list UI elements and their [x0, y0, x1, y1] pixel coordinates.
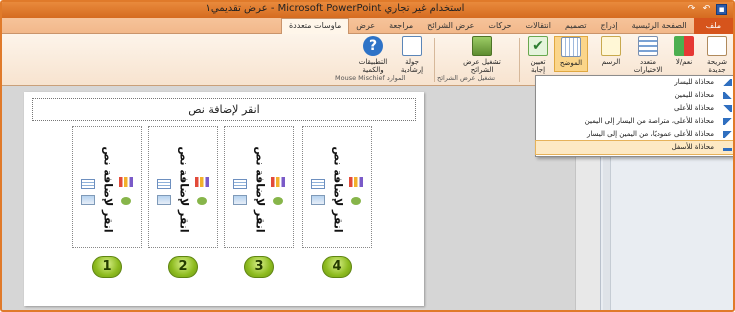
- layout-button[interactable]: الموضح: [554, 36, 588, 72]
- align-top-arrow-icon: [723, 105, 732, 112]
- ribbon-tab-bar: ملف الصفحة الرئيسية إدراج تصميم انتقالات…: [2, 18, 733, 34]
- save-icon[interactable]: ▪: [716, 4, 727, 15]
- align-top-ltr-icon: [723, 118, 732, 125]
- menu-item-label: محاذاة للأعلى عموديًا، من اليمين إلى الي…: [586, 130, 714, 138]
- menu-item-align-top-ltr[interactable]: محاذاة للأعلى، متراصة من اليسار إلى اليم…: [536, 115, 733, 128]
- vertical-placeholder-text: انقر لإضافة نص: [253, 145, 267, 233]
- answer-number-badge: 3: [244, 256, 274, 278]
- layout-icon: [561, 37, 581, 57]
- answer-number-badge: 4: [322, 256, 352, 278]
- content-placeholder-4[interactable]: انقر لإضافة نص: [302, 126, 372, 248]
- title-placeholder[interactable]: انقر لإضافة نص: [32, 98, 416, 121]
- ribbon-separator: [519, 38, 520, 82]
- tab-design[interactable]: تصميم: [558, 18, 594, 34]
- align-top-rtl-icon: [723, 131, 732, 138]
- apps-quantity-label: التطبيقات والكمية: [358, 58, 388, 74]
- content-placeholder-1[interactable]: انقر لإضافة نص: [72, 126, 142, 248]
- powerpoint-window: عرض تقديمي١ - Microsoft PowerPoint استخد…: [0, 0, 735, 312]
- ribbon-separator: [434, 38, 435, 82]
- window-title: عرض تقديمي١ - Microsoft PowerPoint استخد…: [205, 3, 465, 14]
- undo-icon[interactable]: ↶: [701, 4, 712, 15]
- assign-answer-label: تعيين إجابة: [530, 58, 546, 74]
- drawing-button[interactable]: الرسم: [596, 36, 626, 66]
- tab-animations[interactable]: حركات: [481, 18, 518, 34]
- pencil-icon: [601, 36, 621, 56]
- yes-no-icon: [674, 36, 694, 56]
- tab-insert[interactable]: إدراج: [594, 18, 625, 34]
- menu-item-align-top[interactable]: محاذاة للأعلى: [536, 102, 733, 115]
- tour-icon: [402, 36, 422, 56]
- assign-answer-button[interactable]: ✔ تعيين إجابة: [524, 36, 552, 74]
- group-label-slideshow: تشغيل عرض الشرائح: [437, 74, 496, 82]
- align-right-arrow-icon: [723, 92, 732, 99]
- new-slide-label: شريحة جديدة: [707, 58, 727, 74]
- run-slideshow-label: تشغيل عرض الشرائح: [463, 58, 501, 74]
- tab-file[interactable]: ملف: [693, 18, 733, 34]
- title-bar: عرض تقديمي١ - Microsoft PowerPoint استخد…: [2, 2, 733, 18]
- yes-no-label: نعم/لا: [675, 58, 693, 66]
- multiple-choice-label: متعدد الاختيارات: [633, 58, 663, 74]
- tab-multiple-mice[interactable]: ماوسات متعددة: [280, 18, 350, 34]
- menu-item-align-left[interactable]: محاذاة لليسار: [536, 76, 733, 89]
- answer-number-badge: 1: [92, 256, 122, 278]
- multiple-choice-button[interactable]: متعدد الاختيارات: [628, 36, 668, 74]
- menu-item-align-bottom[interactable]: محاذاة للأسفل: [535, 140, 733, 155]
- align-bottom-arrow-icon: [723, 144, 732, 151]
- tour-button[interactable]: جولة إرشادية: [394, 36, 430, 74]
- tab-slideshow[interactable]: عرض الشرائح: [420, 18, 481, 34]
- new-slide-icon: [707, 36, 727, 56]
- menu-item-label: محاذاة لليسار: [674, 78, 714, 86]
- content-placeholder-3[interactable]: انقر لإضافة نص: [224, 126, 294, 248]
- tab-home[interactable]: الصفحة الرئيسية: [625, 18, 694, 34]
- menu-item-label: محاذاة لليمين: [674, 91, 714, 99]
- apps-quantity-button[interactable]: ? التطبيقات والكمية: [354, 36, 392, 74]
- run-slideshow-button[interactable]: تشغيل عرض الشرائح: [454, 36, 510, 74]
- slideshow-icon: [472, 36, 492, 56]
- layout-dropdown-menu: محاذاة لليسار محاذاة لليمين محاذاة للأعل…: [535, 75, 733, 157]
- vertical-placeholder-text: انقر لإضافة نص: [101, 145, 115, 233]
- slide[interactable]: انقر لإضافة نص انقر لإضافة نص انقر لإضاف…: [24, 92, 424, 306]
- list-icon: [638, 36, 658, 56]
- tab-review[interactable]: مراجعة: [382, 18, 420, 34]
- yes-no-button[interactable]: نعم/لا: [670, 36, 698, 66]
- content-placeholder-2[interactable]: انقر لإضافة نص: [148, 126, 218, 248]
- vertical-placeholder-text: انقر لإضافة نص: [177, 145, 191, 233]
- drawing-label: الرسم: [601, 58, 621, 66]
- tab-transitions[interactable]: انتقالات: [519, 18, 558, 34]
- menu-item-label: محاذاة للأعلى، متراصة من اليسار إلى اليم…: [584, 117, 714, 125]
- checkmark-icon: ✔: [528, 36, 548, 56]
- align-left-arrow-icon: [723, 79, 732, 86]
- redo-icon[interactable]: ↷: [686, 4, 697, 15]
- menu-item-align-top-rtl[interactable]: محاذاة للأعلى عموديًا، من اليمين إلى الي…: [536, 128, 733, 141]
- menu-item-align-right[interactable]: محاذاة لليمين: [536, 89, 733, 102]
- menu-item-label: محاذاة للأعلى: [674, 104, 714, 112]
- help-icon: ?: [363, 36, 383, 56]
- answer-number-badge: 2: [168, 256, 198, 278]
- tab-view[interactable]: عرض: [349, 18, 382, 34]
- layout-label: الموضح: [559, 59, 583, 67]
- menu-item-label: محاذاة للأسفل: [671, 143, 714, 151]
- group-label-resources: Mouse Mischief الموارد: [335, 74, 406, 82]
- new-slide-button[interactable]: شريحة جديدة: [702, 36, 732, 74]
- quick-access-toolbar: ▪ ↶ ↷: [686, 4, 727, 15]
- tour-label: جولة إرشادية: [400, 58, 424, 74]
- vertical-placeholder-text: انقر لإضافة نص: [331, 145, 345, 233]
